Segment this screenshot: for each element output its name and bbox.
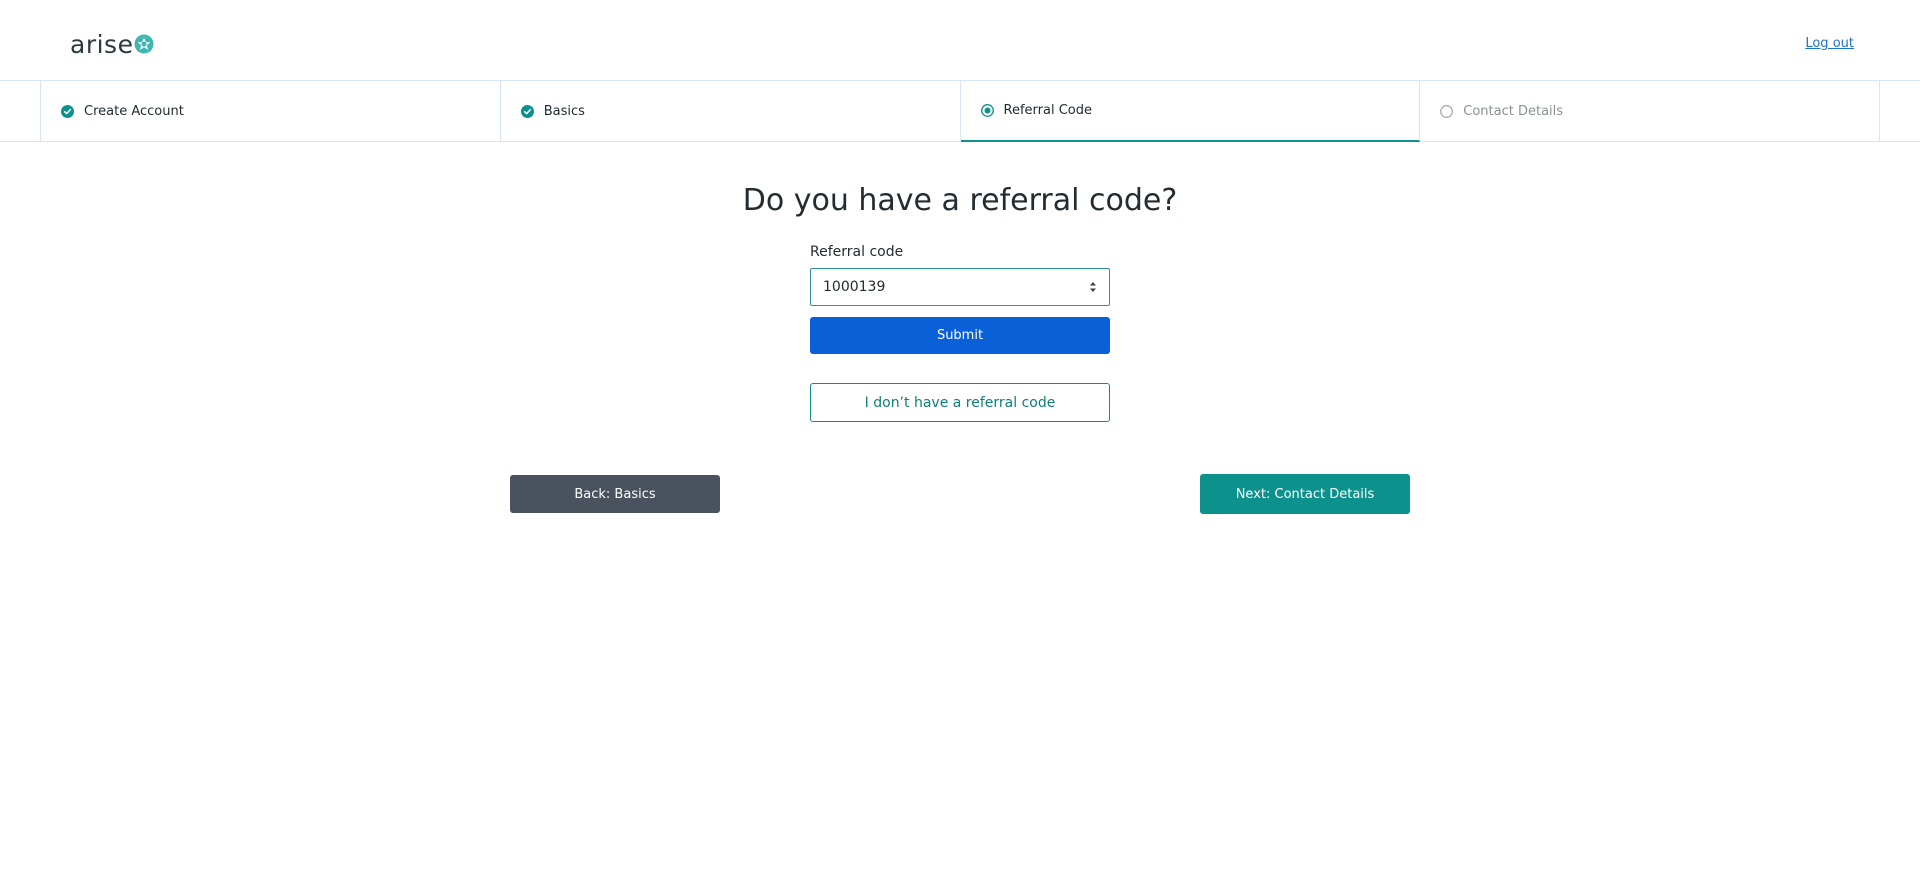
referral-code-label: Referral code bbox=[810, 244, 904, 260]
radio-selected-icon bbox=[980, 103, 994, 117]
header: arise Log out bbox=[0, 0, 1920, 80]
referral-code-field[interactable] bbox=[810, 268, 1110, 306]
step-label: Create Account bbox=[84, 103, 184, 119]
back-button[interactable]: Back: Basics bbox=[510, 475, 720, 513]
check-circle-icon bbox=[61, 104, 74, 118]
step-label: Basics bbox=[543, 103, 585, 119]
check-circle-icon bbox=[520, 104, 534, 118]
logo[interactable]: arise bbox=[70, 30, 154, 60]
step-basics[interactable]: Basics bbox=[501, 80, 961, 142]
flower-icon bbox=[134, 34, 154, 54]
step-referral-code[interactable]: Referral Code bbox=[960, 80, 1421, 142]
submit-button[interactable]: Submit bbox=[810, 317, 1110, 354]
radio-empty-icon bbox=[1440, 104, 1454, 118]
step-label: Contact Details bbox=[1463, 103, 1564, 119]
progress-stepper: Create Account Basics Referral Code Cont… bbox=[0, 80, 1920, 142]
step-create-account[interactable]: Create Account bbox=[41, 80, 501, 142]
step-contact-details[interactable]: Contact Details bbox=[1420, 80, 1879, 142]
next-button[interactable]: Next: Contact Details bbox=[1200, 474, 1410, 514]
logo-text: arise bbox=[70, 30, 134, 59]
no-referral-code-button[interactable]: I don’t have a referral code bbox=[810, 383, 1110, 422]
logout-link[interactable]: Log out bbox=[1805, 36, 1854, 51]
step-label: Referral Code bbox=[1003, 102, 1092, 118]
page-title: Do you have a referral code? bbox=[742, 183, 1178, 218]
referral-code-input[interactable] bbox=[811, 269, 1071, 305]
number-spinner-icon[interactable] bbox=[1089, 280, 1097, 294]
